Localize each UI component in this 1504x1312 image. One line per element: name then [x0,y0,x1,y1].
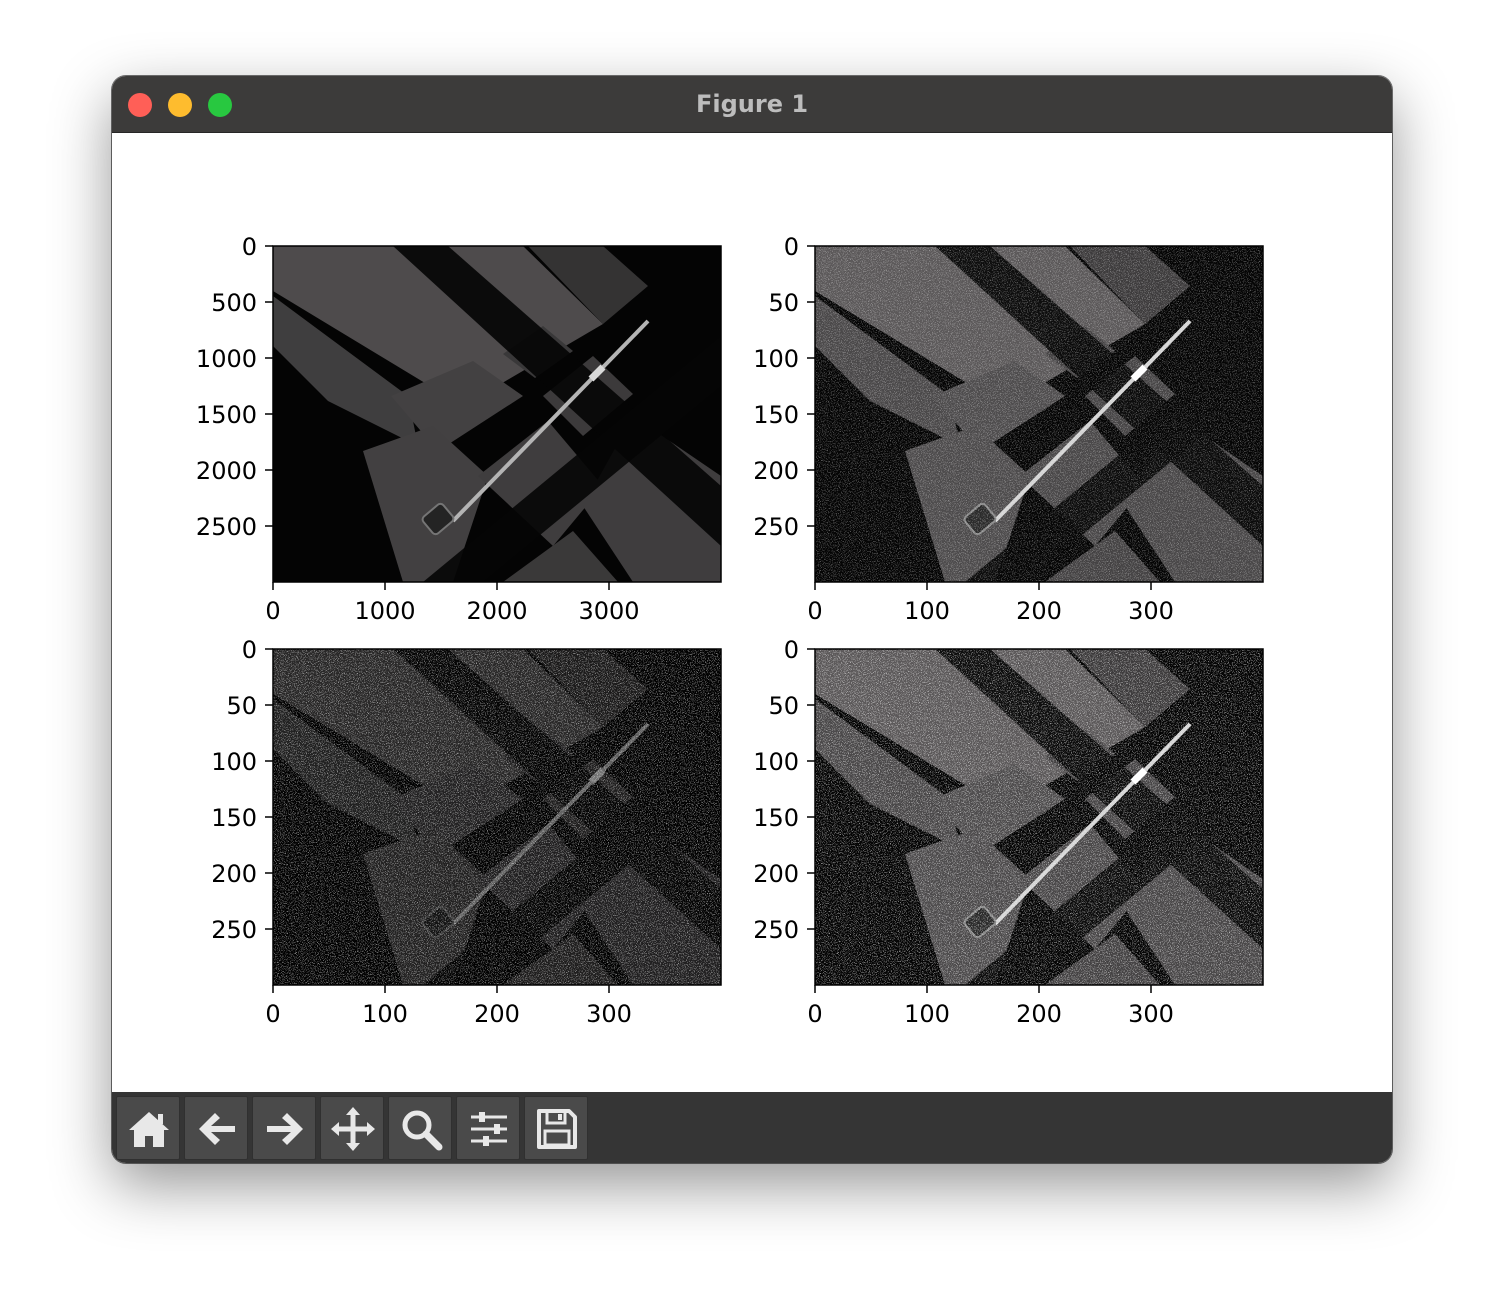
y-tick-label: 0 [242,233,257,261]
y-tick-label: 50 [226,692,257,720]
x-tick-label: 300 [586,1000,632,1028]
y-tick-label: 100 [753,748,799,776]
subplot-4-brightened[interactable]: 0 100 200 300 0 50 100 150 200 250 [753,636,1263,1028]
y-tick-label: 150 [753,804,799,832]
y-tick-label: 1000 [196,345,257,373]
sliders-icon [471,1112,507,1146]
x-tick-label: 200 [1016,597,1062,625]
forward-button[interactable] [252,1096,316,1160]
y-tick-label: 200 [211,860,257,888]
zoom-button[interactable] [388,1096,452,1160]
pan-button[interactable] [320,1096,384,1160]
window-title: Figure 1 [695,90,809,118]
subplot-3-thresholded[interactable]: 0 100 200 300 0 50 100 150 200 250 [211,636,721,1028]
x-tick-label: 0 [265,597,280,625]
x-tick-label: 1000 [354,597,415,625]
x-tick-label: 100 [904,1000,950,1028]
magnifier-icon [402,1110,443,1151]
navigation-toolbar [112,1092,1392,1163]
y-tick-label: 150 [753,401,799,429]
y-tick-label: 250 [211,916,257,944]
y-tick-label: 250 [753,916,799,944]
configure-subplots-button[interactable] [456,1096,520,1160]
y-tick-label: 0 [242,636,257,664]
y-tick-label: 0 [784,233,799,261]
x-tick-label: 2000 [466,597,527,625]
y-tick-label: 150 [211,804,257,832]
y-tick-label: 1500 [196,401,257,429]
x-tick-label: 0 [807,1000,822,1028]
x-tick-label: 300 [1128,1000,1174,1028]
back-button[interactable] [184,1096,248,1160]
save-button[interactable] [524,1096,588,1160]
x-tick-label: 200 [1016,1000,1062,1028]
x-tick-label: 300 [1128,597,1174,625]
y-tick-label: 50 [768,692,799,720]
figure-window: Figure 1 0 1000 2000 3000 0 500 1000 150… [112,76,1392,1163]
x-tick-label: 200 [474,1000,520,1028]
arrow-left-icon [199,1113,235,1145]
arrow-right-icon [267,1113,303,1145]
y-tick-label: 2500 [196,513,257,541]
y-tick-label: 0 [784,636,799,664]
home-button[interactable] [116,1096,180,1160]
y-tick-label: 500 [211,289,257,317]
x-tick-label: 0 [807,597,822,625]
x-tick-label: 100 [362,1000,408,1028]
y-tick-label: 50 [768,289,799,317]
figure-canvas[interactable]: 0 1000 2000 3000 0 500 1000 1500 2000 2500 0 100 20… [112,133,1392,1092]
move-icon [331,1107,375,1151]
x-tick-label: 100 [904,597,950,625]
title-bar: Figure 1 [112,76,1392,133]
home-icon [129,1112,169,1147]
y-tick-label: 2000 [196,457,257,485]
y-tick-label: 200 [753,457,799,485]
subplot-2-downsampled[interactable]: 0 100 200 300 0 50 100 150 200 250 [753,233,1263,625]
y-tick-label: 100 [211,748,257,776]
x-tick-label: 0 [265,1000,280,1028]
y-tick-label: 100 [753,345,799,373]
floppy-disk-icon [537,1109,577,1149]
y-tick-label: 250 [753,513,799,541]
x-tick-label: 3000 [578,597,639,625]
subplot-1-original[interactable]: 0 1000 2000 3000 0 500 1000 1500 2000 2500 [196,233,721,625]
y-tick-label: 200 [753,860,799,888]
